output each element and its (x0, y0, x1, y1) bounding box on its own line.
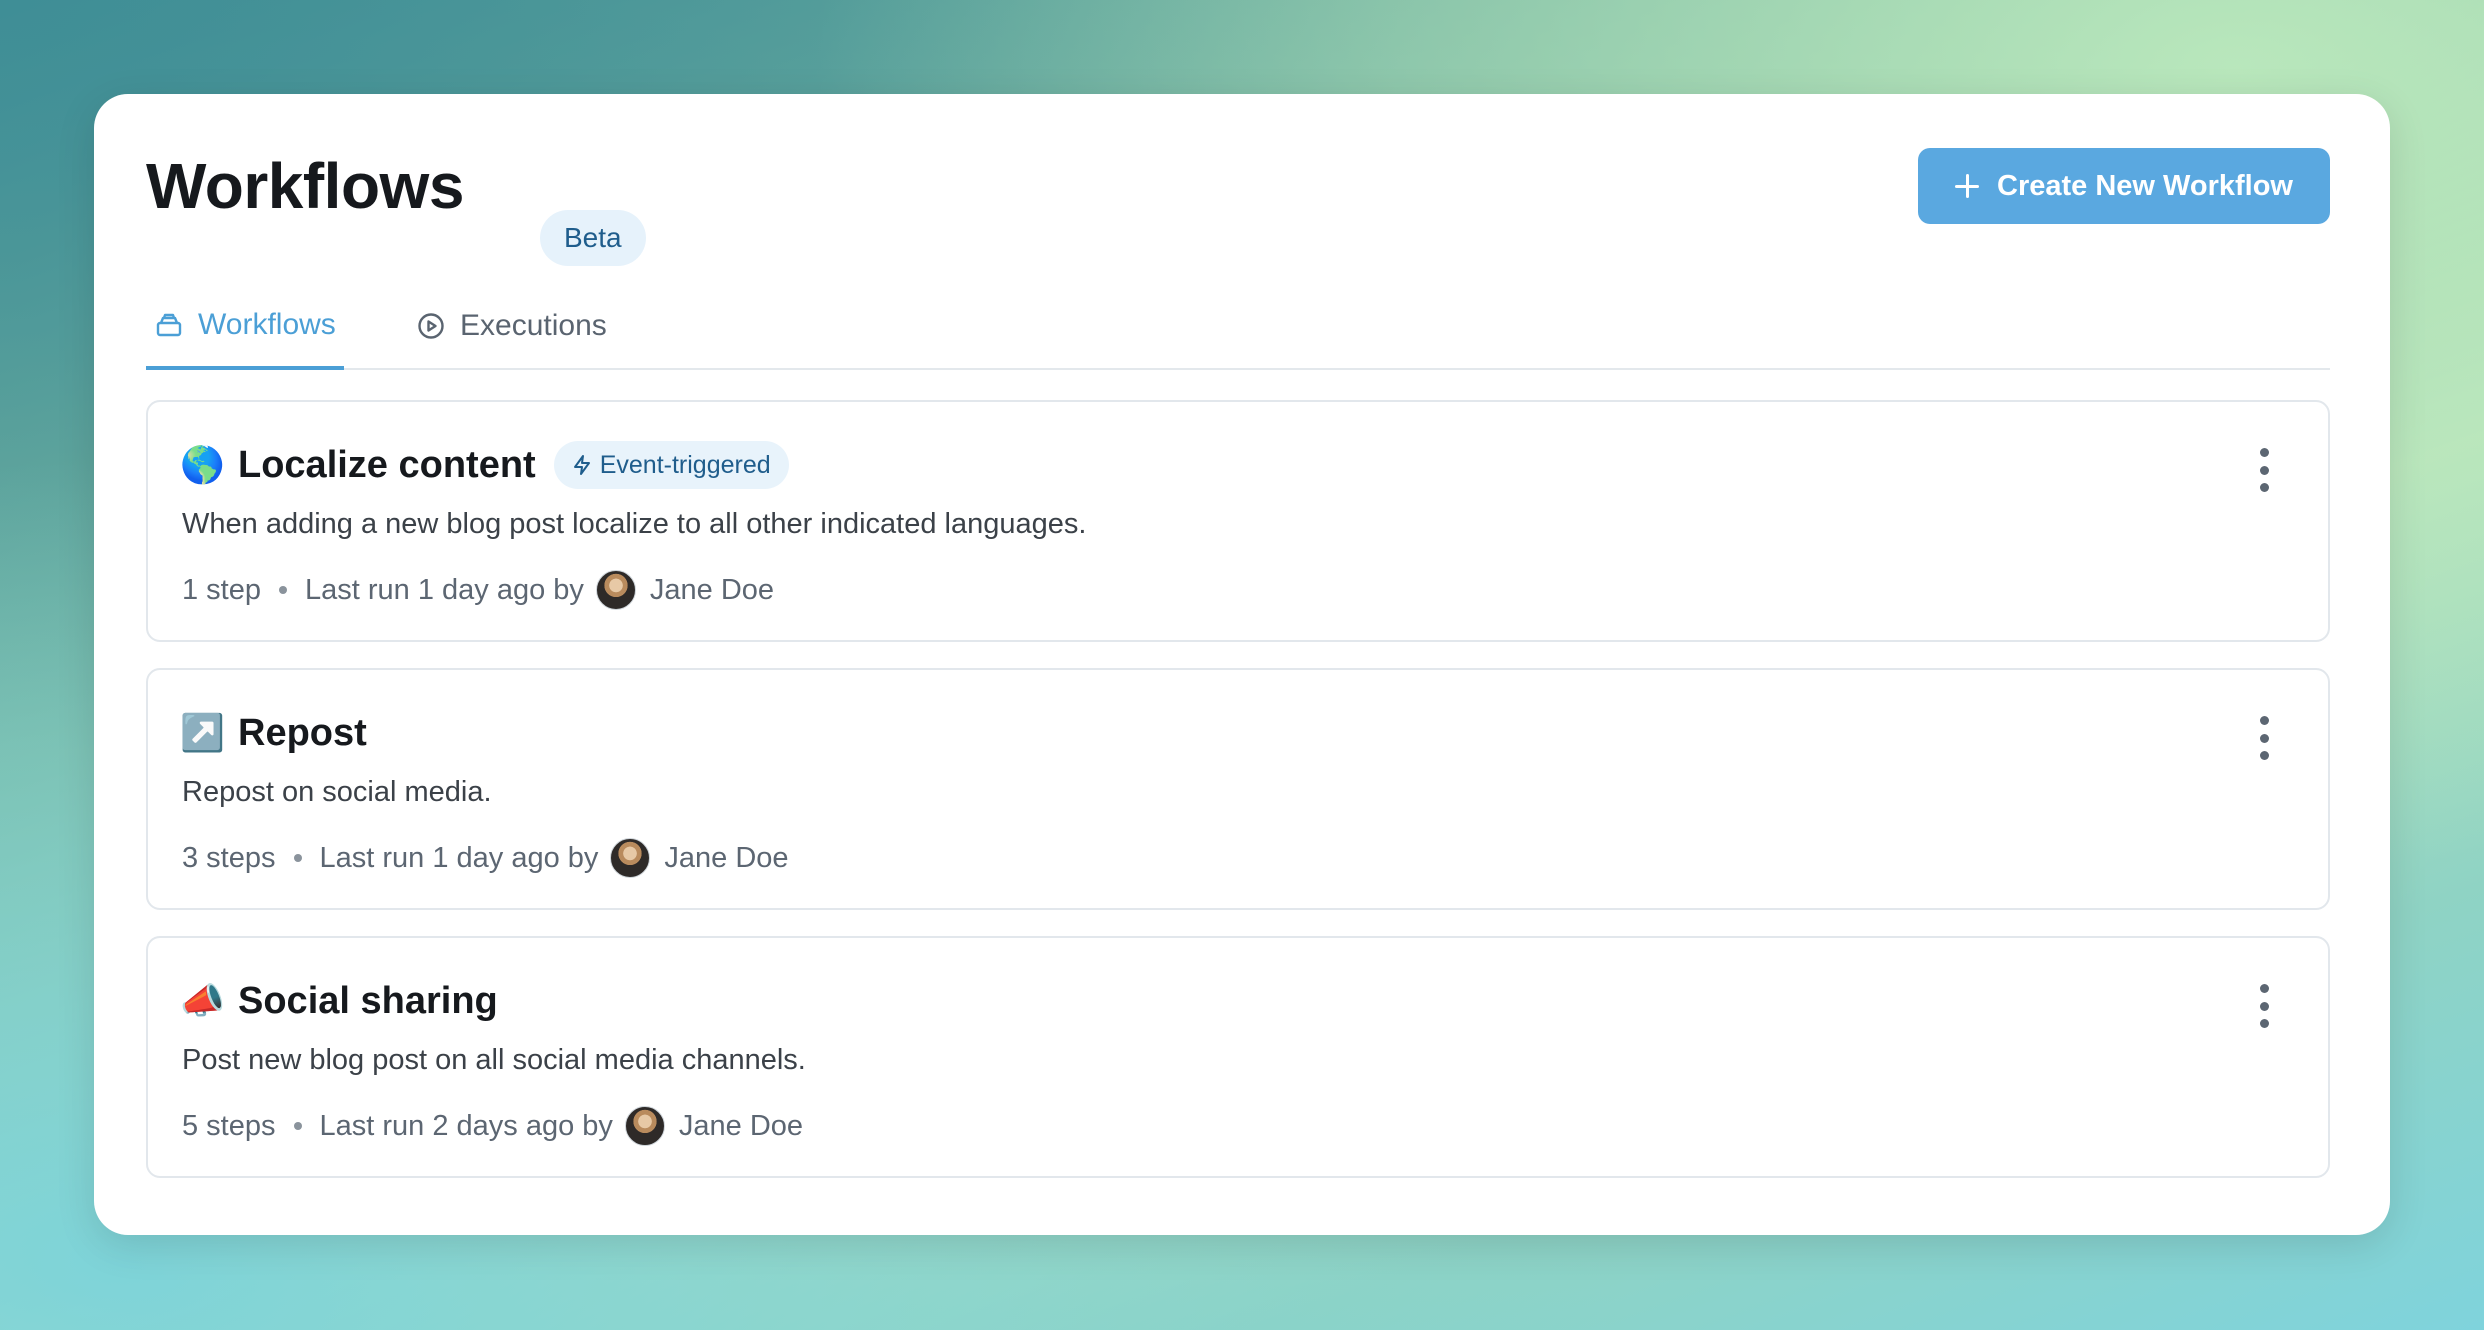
workflow-card[interactable]: 📣 Social sharing Post new blog post on a… (146, 936, 2330, 1178)
lightning-icon (573, 455, 590, 475)
avatar (624, 1106, 665, 1146)
event-triggered-badge: Event-triggered (553, 441, 789, 489)
user-name: Jane Doe (664, 841, 789, 874)
separator-dot (293, 854, 302, 862)
beta-badge: Beta (540, 210, 646, 266)
workflow-description: Repost on social media. (182, 776, 492, 808)
avatar (610, 838, 651, 878)
user-name: Jane Doe (649, 573, 775, 606)
user-name: Jane Doe (678, 1109, 804, 1142)
step-count: 3 steps (182, 841, 276, 874)
last-run-text: Last run 2 days ago by (319, 1109, 613, 1142)
globe-icon: 🌎 (180, 444, 225, 485)
workflow-meta: 1 step Last run 1 day ago by Jane Doe (182, 568, 774, 612)
tab-executions-label: Executions (460, 309, 607, 342)
arrow-up-right-icon: ↗️ (180, 712, 225, 753)
last-run-text: Last run 1 day ago by (305, 573, 584, 606)
workflow-card[interactable]: ↗️ Repost Repost on social media. 3 step… (146, 668, 2330, 910)
more-options-icon[interactable] (2258, 448, 2270, 492)
workflow-meta: 5 steps Last run 2 days ago by Jane Doe (182, 1104, 803, 1148)
separator-dot (293, 1122, 302, 1130)
plus-icon (1955, 174, 1979, 198)
tab-workflows[interactable]: Workflows (146, 284, 344, 370)
megaphone-icon: 📣 (180, 980, 225, 1021)
workflow-title: Localize content (238, 443, 536, 486)
last-run-text: Last run 1 day ago by (319, 841, 599, 874)
page-title: Workflows (146, 150, 464, 222)
step-count: 5 steps (182, 1109, 276, 1142)
tab-workflows-label: Workflows (198, 308, 336, 341)
more-options-icon[interactable] (2258, 984, 2270, 1028)
workflow-meta: 3 steps Last run 1 day ago by Jane Doe (182, 836, 789, 880)
workflow-card[interactable]: 🌎 Localize content Event-triggered When … (146, 400, 2330, 642)
workflow-description: When adding a new blog post localize to … (182, 508, 1087, 540)
more-options-icon[interactable] (2258, 716, 2270, 760)
avatar (595, 570, 636, 610)
play-circle-icon (416, 311, 446, 341)
workflow-title: Social sharing (238, 979, 498, 1022)
tab-bar: Workflows Executions (146, 284, 2330, 370)
create-button-label: Create New Workflow (1997, 169, 2293, 202)
workflow-description: Post new blog post on all social media c… (182, 1044, 806, 1076)
create-new-workflow-button[interactable]: Create New Workflow (1918, 148, 2330, 224)
tab-executions[interactable]: Executions (416, 284, 607, 368)
workflows-panel: Workflows Beta Create New Workflow Workf… (94, 94, 2390, 1235)
trigger-label: Event-triggered (599, 450, 771, 479)
stack-icon (154, 310, 184, 340)
workflow-title: Repost (238, 711, 367, 754)
step-count: 1 step (182, 573, 261, 606)
separator-dot (279, 586, 287, 594)
